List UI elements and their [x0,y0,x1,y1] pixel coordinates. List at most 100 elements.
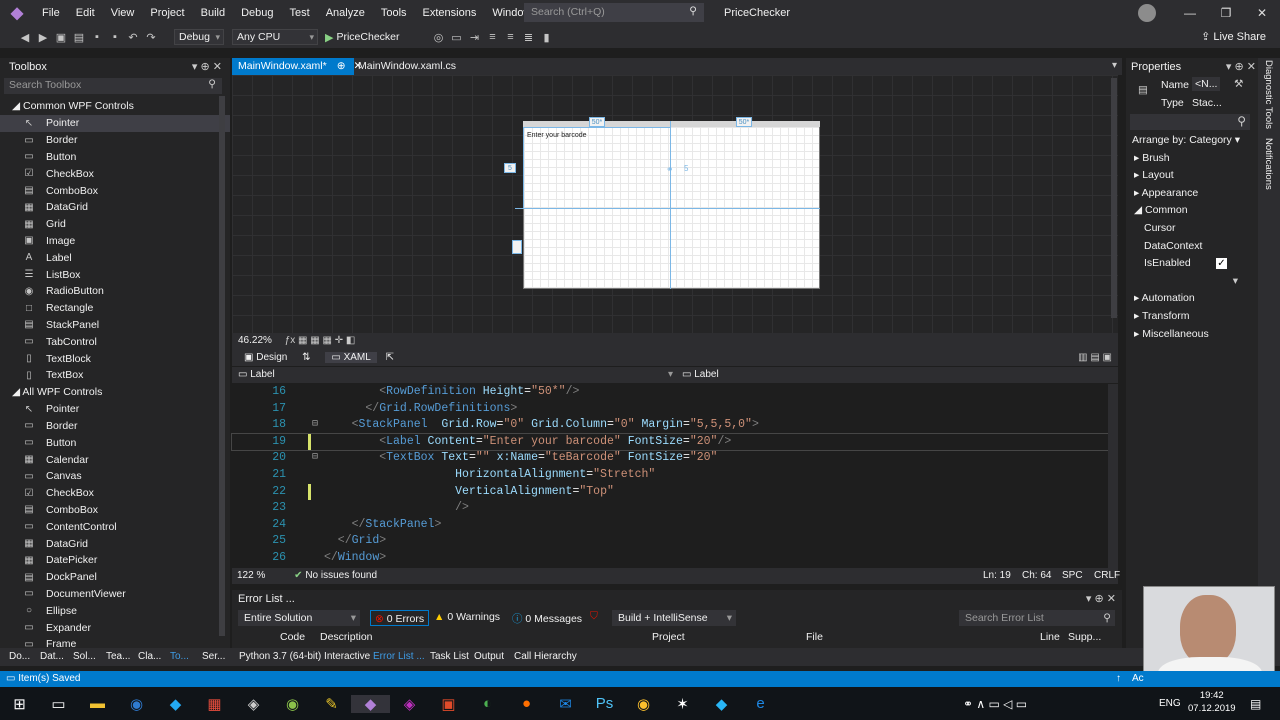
back-icon[interactable]: ◀ [16,31,34,44]
language-indicator[interactable]: ENG [1159,698,1181,709]
prop-cursor[interactable]: Cursor [1126,220,1258,238]
xaml-tab[interactable]: ▭ XAML [325,352,377,363]
tab-mainwindow-xaml[interactable]: MainWindow.xaml* ⊕ ✕ [232,58,362,75]
toolbox-item-checkbox[interactable]: ☑ CheckBox [0,165,230,182]
scope-dropdown[interactable]: Entire Solution ▾ [238,610,360,626]
bookmark-icon[interactable]: ▮ [538,31,556,44]
comment-icon[interactable]: ≣ [520,31,538,44]
margin-left-marker[interactable]: 5 [504,163,516,173]
popout-icon[interactable]: ⇱ [386,352,394,363]
start-button[interactable]: PriceChecker [336,31,399,43]
outlook-icon[interactable]: ✉ [546,695,585,713]
status-right-text[interactable]: Ac [1132,671,1144,687]
close-icon[interactable]: ✕ [1244,0,1280,26]
toolbox-group-all[interactable]: ◢ All WPF Controls [0,384,230,401]
pin-icon[interactable]: ⊕ [337,60,346,72]
error-column-project[interactable]: Project [652,628,685,646]
prop-isenabled[interactable]: IsEnabled ✓ [1126,255,1258,273]
toolbox-item-rectangle[interactable]: □ Rectangle [0,300,230,317]
code-line[interactable]: 25 </Grid> [232,533,1108,550]
save-icon[interactable]: ▪ [88,31,106,43]
app-icon-2[interactable]: ▦ [195,695,234,713]
toolbox-search[interactable]: Search Toolbox ⚲ [4,78,222,94]
error-column-file[interactable]: File [806,628,823,646]
toolbox-item-image[interactable]: ▣ Image [0,233,230,250]
toolbox-item-textbox[interactable]: ▯ TextBox [0,367,230,384]
new-project-icon[interactable]: ▣ [52,31,70,44]
issues-status[interactable]: No issues found [305,570,377,581]
photoshop-icon[interactable]: Ps [585,695,624,712]
toolbox-item-combobox[interactable]: ▤ ComboBox [0,182,230,199]
menu-item-project[interactable]: Project [142,0,192,26]
code-line[interactable]: 20 ⊟ <TextBox Text="" x:Name="teBarcode" … [232,450,1108,467]
edge-icon[interactable]: e [741,695,780,712]
toolbox-item-ellipse[interactable]: ○ Ellipse [0,602,230,619]
toolbox-item-tabcontrol[interactable]: ▭ TabControl [0,333,230,350]
messages-filter[interactable]: ⓘ 0 Messages [512,611,582,626]
designer-vscroll[interactable] [1111,78,1117,318]
designer-label[interactable]: Enter your barcode [527,132,587,139]
category-common[interactable]: ◢ Common [1126,202,1258,220]
bottom-tab-0[interactable]: Do... [9,648,30,666]
app-icon-8[interactable]: ◐ [468,695,507,712]
camera-icon[interactable]: ◎ [430,31,448,44]
app-icon-7[interactable]: ▣ [429,695,468,713]
toolbox-item-textblock[interactable]: ▯ TextBlock [0,350,230,367]
editor-vscroll[interactable] [1108,384,1118,568]
bottom-tab-4[interactable]: Cla... [138,648,161,666]
start-icon[interactable]: ▶ [325,31,333,44]
notifications-icon[interactable]: ▤ [1250,697,1261,711]
config-dropdown[interactable]: Debug [174,29,224,45]
error-search[interactable]: Search Error List ⚲ [959,610,1115,626]
notifications-tab[interactable]: Notifications [1263,138,1274,190]
toolbox-item-expander[interactable]: ▭ Expander [0,619,230,636]
toolbox-item-dockpanel[interactable]: ▤ DockPanel [0,569,230,586]
toolbox-item-canvas[interactable]: ▭ Canvas [0,468,230,485]
menu-item-tools[interactable]: Tools [373,0,415,26]
toolbox-group-common[interactable]: ◢ Common WPF Controls [0,98,230,115]
row-divider[interactable] [515,208,820,209]
line-endings[interactable]: CRLF [1094,568,1120,584]
editor-zoom[interactable]: 122 % [237,570,265,581]
tab-mainwindow-xaml-cs[interactable]: MainWindow.xaml.cs [358,58,456,75]
menu-item-test[interactable]: Test [282,0,318,26]
xaml-editor[interactable]: 16 <RowDefinition Height="50*"/> 17 </Gri… [231,384,1109,568]
prop-datacontext[interactable]: DataContext [1126,238,1258,256]
visual-studio-icon[interactable]: ◆ [351,694,390,713]
app-icon-6[interactable]: ◈ [390,695,429,713]
toolbox-item-datepicker[interactable]: ▦ DatePicker [0,552,230,569]
toolbox-item-stackpanel[interactable]: ▤ StackPanel [0,317,230,334]
code-line[interactable]: 16 <RowDefinition Height="50*"/> [232,384,1108,401]
code-line[interactable]: 22 VerticalAlignment="Top" [232,483,1108,501]
clock[interactable]: 19:42 07.12.2019 [1188,689,1236,715]
toolbox-item-datagrid[interactable]: ▦ DataGrid [0,199,230,216]
maximize-icon[interactable]: ❐ [1208,0,1244,26]
errors-filter[interactable]: ⊗ 0 Errors [370,610,430,626]
build-dropdown[interactable]: Build + IntelliSense ▾ [612,610,736,626]
indent-icon[interactable]: ≡ [484,31,502,43]
error-column-code[interactable]: Code [280,628,305,646]
bottom-tab-1[interactable]: Dat... [40,648,64,666]
live-share-button[interactable]: ⇪ Live Share [1201,27,1266,47]
error-list-close-icon[interactable]: ▾ ⊕ ✕ [1086,590,1116,608]
arrange-by-dropdown[interactable]: Arrange by: Category ▾ [1126,132,1258,150]
forward-icon[interactable]: ▶ [34,31,52,44]
toolbox-item-contentcontrol[interactable]: ▭ ContentControl [0,518,230,535]
design-tab[interactable]: ▣ Design [244,352,287,363]
outdent-icon[interactable]: ≡ [502,31,520,43]
category-brush[interactable]: ▸ Brush [1126,150,1258,168]
quick-launch-search[interactable]: Search (Ctrl+Q) ⚲ [524,3,704,22]
code-line[interactable]: 21 HorizontalAlignment="Stretch" [232,467,1108,484]
vscode-icon[interactable]: ◆ [156,695,195,713]
warnings-filter[interactable]: ▲ 0 Warnings [434,611,500,623]
toolbox-close-icon[interactable]: ▾ ⊕ ✕ [192,58,222,76]
bottom-tab-6[interactable]: Ser... [202,648,225,666]
toolbox-item-border[interactable]: ▭ Border [0,132,230,149]
category-automation[interactable]: ▸ Automation [1126,290,1258,308]
designer-tools-icon[interactable]: ƒx ▦ ▦ ▦ ✛ ◧ [285,335,356,346]
column-marker[interactable]: 50* [589,117,605,127]
step-icon[interactable]: ⇥ [466,31,484,44]
publish-icon[interactable]: ↑ [1116,671,1121,687]
filter-icon[interactable]: ⛉ [590,610,598,623]
toolbox-item-pointer[interactable]: ↖ Pointer [0,115,230,132]
